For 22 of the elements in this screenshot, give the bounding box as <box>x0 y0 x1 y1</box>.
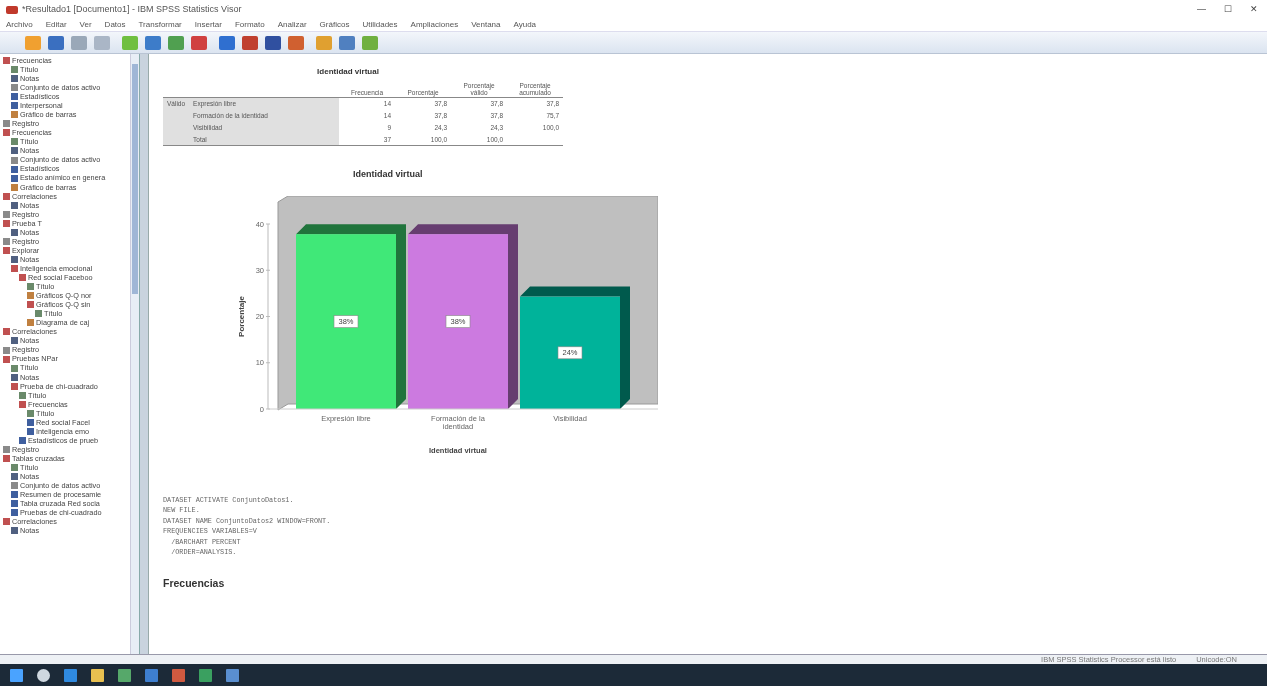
table-title: Identidad virtual <box>316 66 380 78</box>
menu-item[interactable]: Datos <box>102 19 128 31</box>
minimize-button[interactable]: — <box>1188 2 1215 17</box>
section-heading: Frecuencias <box>163 575 226 591</box>
maximize-button[interactable]: ☐ <box>1215 2 1241 17</box>
menu-item[interactable]: Ventana <box>469 19 503 31</box>
menu-item[interactable]: Ampliaciones <box>408 19 461 31</box>
close-button[interactable]: ✕ <box>1241 2 1267 17</box>
menu-item[interactable]: Formato <box>232 19 267 31</box>
menu-item[interactable]: Editar <box>43 19 69 31</box>
menu-item[interactable]: Transformar <box>136 19 184 31</box>
chart-title: Identidad virtual <box>353 168 424 182</box>
vertical-scrollbar[interactable] <box>130 54 139 654</box>
menu-item[interactable]: Utilidades <box>360 19 400 31</box>
menu-item[interactable]: Gráficos <box>317 19 352 31</box>
menu-item[interactable]: Analizar <box>275 19 309 31</box>
menu-item[interactable]: Ver <box>77 19 94 31</box>
y-axis-title: Porcentaje <box>237 295 246 337</box>
window-title: *Resultado1 [Documento1] - IBM SPSS Statistics Visor <box>22 2 243 16</box>
menu-item[interactable]: Insertar <box>192 19 224 31</box>
menu-item[interactable]: Archivo <box>4 19 35 31</box>
menu-item[interactable]: Ayuda <box>511 19 539 31</box>
